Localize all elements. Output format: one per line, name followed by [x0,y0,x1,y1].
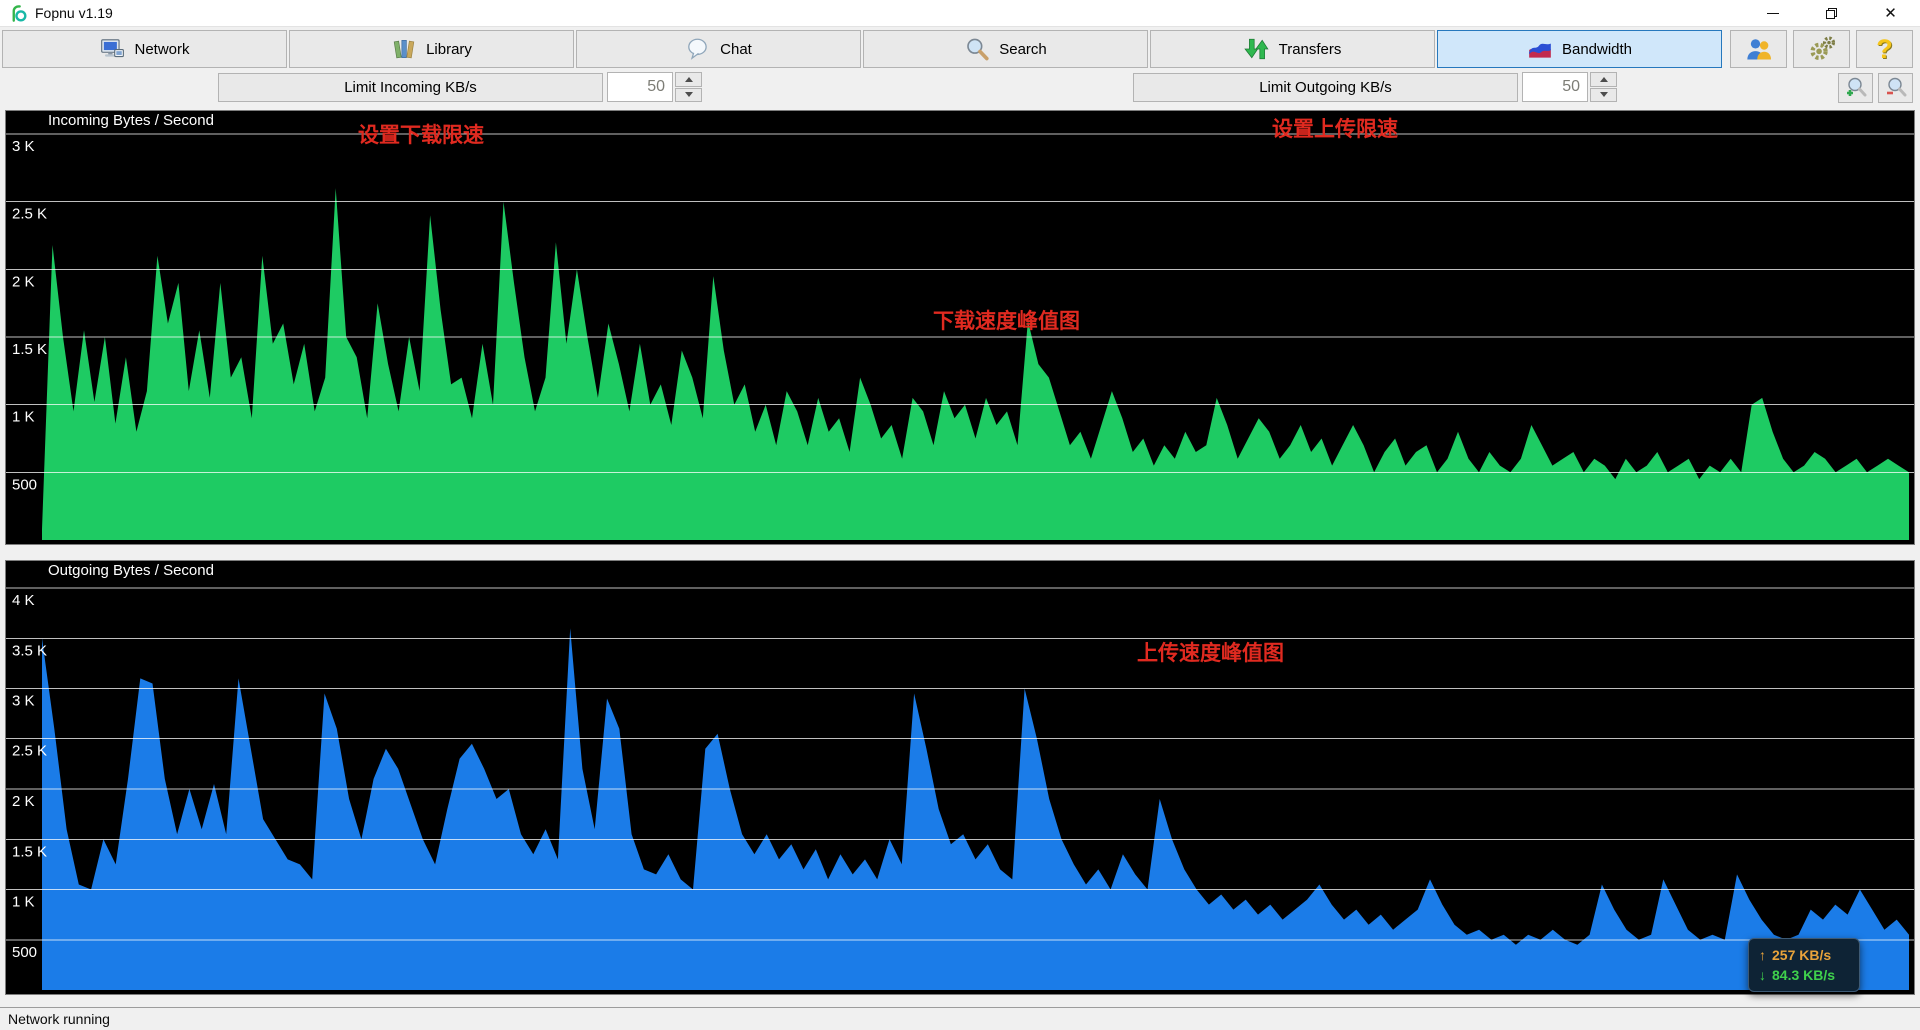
fopnu-logo-icon [9,4,28,23]
ytick-label: 1 K [12,409,35,426]
title-bar: Fopnu v1.19 ✕ [0,0,1920,27]
limit-outgoing-button[interactable]: Limit Outgoing KB/s [1133,73,1518,102]
tab-search[interactable]: Search [863,30,1148,68]
settings-button[interactable] [1793,30,1850,68]
zoom-out-icon [1884,76,1908,100]
tab-library[interactable]: Library [289,30,574,68]
download-arrow-icon: ↓ [1759,967,1766,983]
users-button[interactable] [1730,30,1787,68]
outgoing-spin-up-button[interactable] [1590,72,1617,87]
help-button[interactable]: ? [1856,30,1913,68]
minimize-icon [1767,13,1779,14]
annotation-upload-peak: 上传速度峰值图 [1137,637,1284,667]
minimize-button[interactable] [1743,0,1802,27]
ytick-label: 2.5 K [12,743,47,760]
upload-arrow-icon: ↑ [1759,947,1766,963]
incoming-spin-down-button[interactable] [675,88,702,103]
status-bar: Network running [0,1007,1920,1030]
wave-chart-icon [1527,36,1553,62]
tab-label: Network [134,41,189,58]
outgoing-chart-panel[interactable]: Outgoing Bytes / Second 4 K 3.5 K 3 K 2.5 K… [5,560,1915,995]
tab-label: Bandwidth [1562,41,1632,58]
incoming-limit-input[interactable] [607,72,673,102]
tab-bandwidth[interactable]: Bandwidth [1437,30,1722,68]
speed-tooltip: ↑ 257 KB/s ↓ 84.3 KB/s [1748,938,1860,992]
restore-icon [1826,8,1837,19]
ytick-label: 2 K [12,793,35,810]
incoming-area-series [42,188,1909,540]
limit-outgoing-label: Limit Outgoing KB/s [1259,79,1392,96]
spin-down-icon [685,92,693,97]
outgoing-area-series [42,628,1909,990]
annotation-set-download-limit: 设置下载限速 [358,119,484,149]
app-window: Fopnu v1.19 ✕ Network Librar [0,0,1920,1030]
outgoing-area-chart: 4 K 3.5 K 3 K 2.5 K 2 K 1.5 K 1 K 500 [6,561,1914,994]
ytick-label: 3 K [12,138,35,155]
outgoing-spin-down-button[interactable] [1590,88,1617,103]
restore-button[interactable] [1802,0,1861,27]
books-icon [391,36,417,62]
download-speed-value: 84.3 KB/s [1772,967,1835,983]
outgoing-limit-input[interactable] [1522,72,1588,102]
magnifier-icon [964,36,990,62]
tab-chat[interactable]: Chat [576,30,861,68]
ytick-label: 500 [12,944,37,961]
limit-incoming-label: Limit Incoming KB/s [344,79,477,96]
ytick-label: 1 K [12,894,35,911]
zoom-in-button[interactable] [1838,73,1873,103]
zoom-out-button[interactable] [1878,73,1913,103]
limit-incoming-button[interactable]: Limit Incoming KB/s [218,73,603,102]
main-toolbar: Network Library Chat Search [0,28,1920,70]
gears-icon [1808,35,1836,63]
tab-label: Search [999,41,1047,58]
up-down-arrows-icon [1244,36,1270,62]
bandwidth-toolbar: Limit Incoming KB/s Limit Outgoing KB/s [0,70,1920,106]
computer-icon [99,36,125,62]
close-icon: ✕ [1884,6,1897,21]
tab-label: Transfers [1279,41,1342,58]
outgoing-limit-spinner [1522,72,1617,102]
ytick-label: 500 [12,476,37,493]
upload-speed-value: 257 KB/s [1772,947,1831,963]
help-icon: ? [1876,34,1893,65]
close-button[interactable]: ✕ [1861,0,1920,27]
tab-transfers[interactable]: Transfers [1150,30,1435,68]
incoming-limit-spinner [607,72,702,102]
incoming-chart-title: Incoming Bytes / Second [48,112,214,129]
window-title: Fopnu v1.19 [35,5,113,21]
tab-label: Chat [720,41,752,58]
spin-up-icon [685,77,693,82]
outgoing-chart-title: Outgoing Bytes / Second [48,562,214,579]
status-text: Network running [8,1011,110,1027]
users-icon [1745,35,1773,63]
zoom-in-icon [1844,76,1868,100]
ytick-label: 3.5 K [12,642,47,659]
speech-bubble-icon [685,36,711,62]
annotation-download-peak: 下载速度峰值图 [933,305,1080,335]
ytick-label: 2 K [12,273,35,290]
ytick-label: 2.5 K [12,206,47,223]
ytick-label: 1.5 K [12,843,47,860]
incoming-spin-up-button[interactable] [675,72,702,87]
tab-network[interactable]: Network [2,30,287,68]
annotation-set-upload-limit: 设置上传限速 [1272,113,1398,143]
ytick-label: 3 K [12,693,35,710]
spin-down-icon [1600,92,1608,97]
ytick-label: 4 K [12,592,35,609]
tab-label: Library [426,41,472,58]
spin-up-icon [1600,77,1608,82]
ytick-label: 1.5 K [12,341,47,358]
